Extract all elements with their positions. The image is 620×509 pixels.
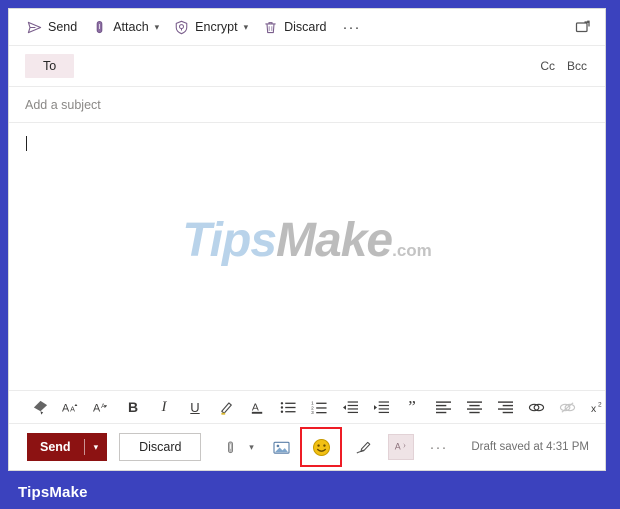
send-icon <box>26 19 42 35</box>
grow-font-icon[interactable]: A A <box>58 395 84 420</box>
add-ins-button[interactable]: A <box>388 434 415 460</box>
action-bar: Send ▾ Discard ▾ A ··· Draft saved at 4:… <box>9 423 605 470</box>
pop-out-icon[interactable] <box>569 14 597 40</box>
signature-pen-button[interactable] <box>350 434 376 460</box>
quote-icon[interactable]: ” <box>399 395 425 420</box>
chevron-down-icon: ▾ <box>154 21 160 32</box>
chevron-down-icon[interactable]: ▾ <box>244 434 258 460</box>
blue-frame-background: Send Attach ▾ Encrypt ▾ Discard ··· To C… <box>0 0 620 509</box>
svg-text:A: A <box>93 403 101 415</box>
command-attach-button[interactable]: Attach ▾ <box>84 14 166 41</box>
insert-picture-button[interactable] <box>268 434 294 460</box>
command-encrypt-button[interactable]: Encrypt ▾ <box>166 14 255 41</box>
link-icon[interactable] <box>523 395 549 420</box>
to-input[interactable] <box>74 46 535 86</box>
svg-text:A: A <box>395 442 401 452</box>
command-discard-button[interactable]: Discard <box>255 14 333 41</box>
underline-icon[interactable]: U <box>182 395 208 420</box>
to-field-label[interactable]: To <box>25 54 75 78</box>
bulleted-list-icon[interactable] <box>275 395 301 420</box>
attach-file-button[interactable] <box>217 434 243 460</box>
command-bar: Send Attach ▾ Encrypt ▾ Discard ··· <box>9 9 605 46</box>
command-encrypt-label: Encrypt <box>195 20 238 34</box>
chevron-down-icon[interactable]: ▾ <box>85 442 108 453</box>
send-button[interactable]: Send ▾ <box>27 433 108 461</box>
subject-row <box>9 87 605 123</box>
svg-text:A: A <box>251 402 258 413</box>
command-send-button[interactable]: Send <box>19 14 84 41</box>
action-overflow-button[interactable]: ··· <box>426 434 450 460</box>
send-button-label: Send <box>40 440 71 454</box>
footer-brand-label: TipsMake <box>18 484 88 501</box>
formatting-toolbar: A A A A B I U A 1 2 3 ” x 2 <box>9 390 605 423</box>
align-right-icon[interactable] <box>492 395 518 420</box>
recipient-row: To Cc Bcc <box>9 46 605 87</box>
command-discard-label: Discard <box>284 20 327 34</box>
svg-text:3: 3 <box>311 410 314 415</box>
command-attach-label: Attach <box>113 20 149 34</box>
align-center-icon[interactable] <box>461 395 487 420</box>
svg-text:2: 2 <box>598 401 602 408</box>
insert-emoji-button[interactable] <box>300 427 343 467</box>
remove-link-icon[interactable] <box>554 395 580 420</box>
italic-icon[interactable]: I <box>151 395 177 420</box>
command-overflow-button[interactable]: ··· <box>333 14 369 41</box>
paperclip-icon <box>91 19 107 35</box>
bcc-button[interactable]: Bcc <box>561 55 593 77</box>
increase-indent-icon[interactable] <box>368 395 394 420</box>
trash-icon <box>262 19 278 35</box>
compose-email-window: Send Attach ▾ Encrypt ▾ Discard ··· To C… <box>8 8 606 471</box>
draft-status-text: Draft saved at 4:31 PM <box>471 441 589 453</box>
shrink-font-icon[interactable]: A A <box>89 395 115 420</box>
cc-button[interactable]: Cc <box>534 55 561 77</box>
discard-button[interactable]: Discard <box>119 433 202 461</box>
shield-lock-icon <box>173 19 189 35</box>
font-color-icon[interactable]: A <box>244 395 270 420</box>
highlight-icon[interactable] <box>213 395 239 420</box>
format-painter-icon[interactable] <box>27 395 53 420</box>
subject-input[interactable] <box>25 97 589 112</box>
svg-text:x: x <box>591 404 597 415</box>
numbered-list-icon[interactable]: 1 2 3 <box>306 395 332 420</box>
command-send-label: Send <box>48 20 78 34</box>
bold-icon[interactable]: B <box>120 395 146 420</box>
superscript-icon[interactable]: x 2 <box>585 395 605 420</box>
chevron-down-icon: ▾ <box>243 21 249 32</box>
message-body-input[interactable] <box>25 133 589 380</box>
decrease-indent-icon[interactable] <box>337 395 363 420</box>
svg-text:A: A <box>62 403 70 415</box>
svg-text:A: A <box>70 405 75 414</box>
align-left-icon[interactable] <box>430 395 456 420</box>
message-body-area[interactable]: TipsMake.com <box>9 123 605 390</box>
